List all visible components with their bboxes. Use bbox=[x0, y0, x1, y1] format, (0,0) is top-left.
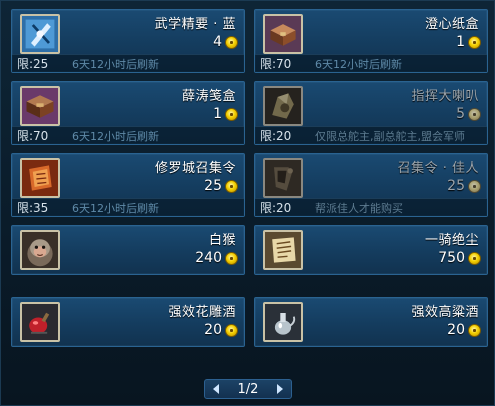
purchase-limit: 限:70 bbox=[260, 57, 292, 71]
item-price: 25 bbox=[447, 178, 465, 194]
purchase-limit: 限:25 bbox=[17, 57, 49, 71]
item-name: 白猴 bbox=[208, 233, 236, 248]
item-price: 4 bbox=[213, 34, 222, 50]
item-price: 750 bbox=[438, 250, 465, 266]
shop-item-card[interactable]: 召集令 · 佳人 25 限:20 帮派佳人才能购买 bbox=[254, 153, 488, 217]
price-row: 240 bbox=[195, 250, 238, 266]
shop-item-card[interactable]: 澄心纸盒 1 限:70 6天12小时后刷新 bbox=[254, 9, 488, 73]
item-price: 5 bbox=[456, 106, 465, 122]
shop-item-card[interactable]: 一骑绝尘 750 bbox=[254, 225, 488, 275]
golden-horn-icon bbox=[263, 86, 303, 126]
blue-martial-scroll-icon bbox=[20, 14, 60, 54]
shop-item-card[interactable]: 修罗城召集令 25 限:35 6天12小时后刷新 bbox=[11, 153, 245, 217]
purchase-limit: 限:20 bbox=[260, 201, 292, 215]
item-price: 240 bbox=[195, 250, 222, 266]
item-name: 强效花雕酒 bbox=[168, 305, 236, 320]
price-row: 25 bbox=[204, 178, 238, 194]
refresh-note: 6天12小时后刷新 bbox=[72, 129, 159, 143]
info-row: 限:70 6天12小时后刷新 bbox=[12, 126, 244, 144]
price-row: 25 bbox=[447, 178, 481, 194]
item-price: 1 bbox=[213, 106, 222, 122]
next-page-arrow-icon[interactable] bbox=[276, 384, 283, 394]
info-row: 限:25 6天12小时后刷新 bbox=[12, 54, 244, 72]
item-price: 25 bbox=[204, 178, 222, 194]
coin-icon bbox=[468, 107, 481, 121]
item-name: 薛涛笺盒 bbox=[181, 89, 236, 104]
purchase-limit: 限:70 bbox=[17, 129, 49, 143]
red-wine-gourd-icon bbox=[20, 302, 60, 342]
shop-item-card[interactable]: 白猴 240 bbox=[11, 225, 245, 275]
shop-item-card[interactable]: 指挥大喇叭 5 限:20 仅限总舵主,副总舵主,盟会军师 bbox=[254, 81, 488, 145]
shop-item-card[interactable]: 强效花雕酒 20 bbox=[11, 297, 245, 347]
letter-paper-box-icon bbox=[20, 86, 60, 126]
item-name: 修罗城召集令 bbox=[154, 161, 236, 176]
item-name: 澄心纸盒 bbox=[424, 17, 479, 32]
shop-item-card[interactable]: 武学精要 · 蓝 4 限:25 6天12小时后刷新 bbox=[11, 9, 245, 73]
info-row: 限:20 帮派佳人才能购买 bbox=[255, 198, 487, 216]
price-row: 1 bbox=[456, 34, 481, 50]
info-row: 限:20 仅限总舵主,副总舵主,盟会军师 bbox=[255, 126, 487, 144]
refresh-note: 仅限总舵主,副总舵主,盟会军师 bbox=[315, 129, 465, 143]
coin-icon bbox=[468, 179, 481, 193]
shop-panel: 武学精要 · 蓝 4 限:25 6天12小时后刷新 澄心纸盒 1 限:70 6天… bbox=[0, 0, 495, 406]
scroll-parchment-icon bbox=[263, 230, 303, 270]
price-row: 750 bbox=[438, 250, 481, 266]
purchase-limit: 限:20 bbox=[260, 129, 292, 143]
coin-icon bbox=[468, 323, 481, 337]
coin-icon bbox=[225, 179, 238, 193]
item-price: 1 bbox=[456, 34, 465, 50]
silver-wine-pot-icon bbox=[263, 302, 303, 342]
shop-item-card[interactable]: 强效高粱酒 20 bbox=[254, 297, 488, 347]
price-row: 20 bbox=[204, 322, 238, 338]
price-row: 4 bbox=[213, 34, 238, 50]
item-name: 一骑绝尘 bbox=[424, 233, 479, 248]
paper-box-icon bbox=[263, 14, 303, 54]
refresh-note: 6天12小时后刷新 bbox=[315, 57, 402, 71]
summon-token-icon bbox=[20, 158, 60, 198]
item-name: 召集令 · 佳人 bbox=[397, 161, 479, 176]
price-row: 20 bbox=[447, 322, 481, 338]
item-grid: 武学精要 · 蓝 4 限:25 6天12小时后刷新 澄心纸盒 1 限:70 6天… bbox=[11, 9, 488, 355]
item-name: 武学精要 · 蓝 bbox=[154, 17, 236, 32]
coin-icon bbox=[225, 323, 238, 337]
item-name: 指挥大喇叭 bbox=[411, 89, 479, 104]
coin-icon bbox=[225, 107, 238, 121]
coin-icon bbox=[468, 251, 481, 265]
purchase-limit: 限:35 bbox=[17, 201, 49, 215]
coin-icon bbox=[225, 35, 238, 49]
price-row: 5 bbox=[456, 106, 481, 122]
refresh-note: 帮派佳人才能购买 bbox=[315, 201, 403, 215]
page-indicator: 1/2 bbox=[237, 381, 259, 397]
info-row: 限:35 6天12小时后刷新 bbox=[12, 198, 244, 216]
item-price: 20 bbox=[204, 322, 222, 338]
shop-item-card[interactable]: 薛涛笺盒 1 限:70 6天12小时后刷新 bbox=[11, 81, 245, 145]
pagination: 1/2 bbox=[204, 379, 292, 399]
price-row: 1 bbox=[213, 106, 238, 122]
refresh-note: 6天12小时后刷新 bbox=[72, 201, 159, 215]
item-price: 20 bbox=[447, 322, 465, 338]
prev-page-arrow-icon[interactable] bbox=[213, 384, 219, 394]
coin-icon bbox=[468, 35, 481, 49]
refresh-note: 6天12小时后刷新 bbox=[72, 57, 159, 71]
item-name: 强效高粱酒 bbox=[411, 305, 479, 320]
summon-beauty-icon bbox=[263, 158, 303, 198]
info-row: 限:70 6天12小时后刷新 bbox=[255, 54, 487, 72]
white-monkey-icon bbox=[20, 230, 60, 270]
coin-icon bbox=[225, 251, 238, 265]
